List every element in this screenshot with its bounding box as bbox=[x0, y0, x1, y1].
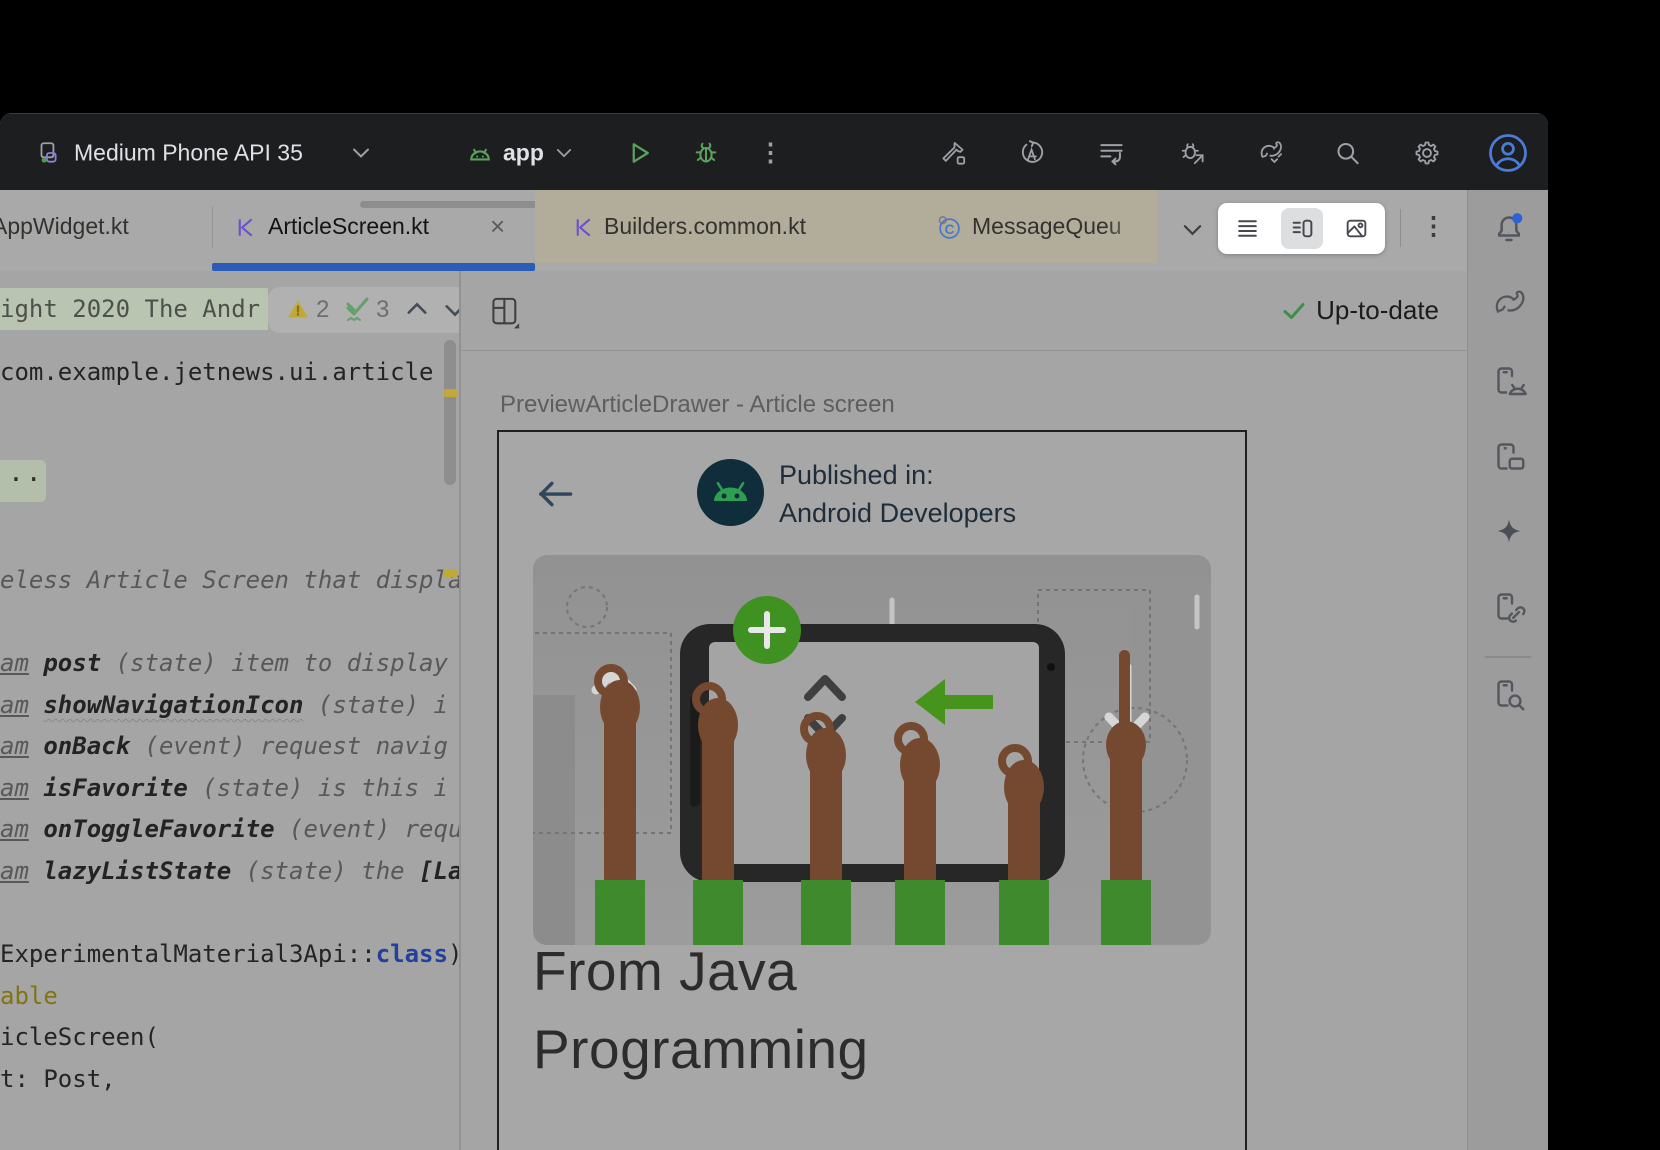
code-line: icleScreen( bbox=[0, 1016, 460, 1058]
publisher-name: Android Developers bbox=[779, 494, 1016, 532]
code-view-button[interactable] bbox=[1226, 208, 1268, 249]
kotlin-file-icon bbox=[572, 216, 595, 244]
device-selector-label[interactable]: Medium Phone API 35 bbox=[74, 139, 303, 166]
apply-changes-icon[interactable] bbox=[1018, 139, 1045, 166]
settings-gear-icon[interactable] bbox=[1413, 139, 1441, 167]
preview-toolbar: Up-to-date bbox=[462, 271, 1467, 351]
warning-count[interactable]: 2 bbox=[316, 287, 329, 333]
code-line: am post (state) item to display bbox=[0, 642, 460, 684]
code-line: ExperimentalMaterial3Api::class) bbox=[0, 933, 460, 975]
debug-button[interactable] bbox=[692, 139, 720, 167]
tab-close-icon[interactable]: × bbox=[490, 190, 505, 263]
published-in-block: Published in: Android Developers bbox=[779, 456, 1016, 532]
profile-avatar[interactable] bbox=[1487, 132, 1529, 174]
code-line: t: Post, bbox=[0, 1058, 460, 1100]
active-tab-indicator bbox=[212, 263, 535, 271]
up-to-date-label: Up-to-date bbox=[1316, 295, 1439, 326]
warning-stripe-mark[interactable] bbox=[444, 569, 458, 577]
apply-code-changes-icon[interactable] bbox=[1098, 139, 1125, 166]
folded-region[interactable]: ··· bbox=[0, 460, 46, 502]
tab-appwidget[interactable]: AppWidget.kt bbox=[0, 190, 129, 263]
preview-status: Up-to-date bbox=[1282, 271, 1439, 350]
inspections-widget: 2 3 bbox=[268, 287, 460, 333]
build-hammer-icon[interactable] bbox=[940, 139, 967, 166]
passed-count[interactable]: 3 bbox=[376, 287, 389, 333]
code-line: am isFavorite (state) is this i bbox=[0, 767, 460, 809]
notifications-bell-icon[interactable] bbox=[1491, 210, 1527, 246]
class-file-icon: C bbox=[936, 215, 961, 245]
tab-builders[interactable]: Builders.common.kt bbox=[604, 190, 806, 263]
tabbar-separator bbox=[1400, 209, 1401, 247]
tab-separator bbox=[212, 206, 213, 248]
sidebar-separator bbox=[1485, 656, 1531, 658]
tab-label-fade bbox=[1105, 190, 1157, 263]
article-title-line2: Programming bbox=[533, 1010, 869, 1088]
tab-list-chevron-icon[interactable] bbox=[1182, 223, 1203, 241]
device-mirroring-icon[interactable] bbox=[1491, 590, 1527, 626]
tab-messagequeue[interactable]: MessageQueu bbox=[972, 190, 1122, 263]
device-selector-chevron-icon[interactable] bbox=[352, 147, 370, 158]
passed-check-icon[interactable] bbox=[344, 296, 370, 329]
back-arrow-icon[interactable] bbox=[535, 479, 575, 514]
gradle-icon[interactable] bbox=[1490, 287, 1527, 323]
publisher-avatar bbox=[697, 459, 764, 531]
editor-tab-bar: AppWidget.kt ArticleScreen.kt × Builders… bbox=[0, 190, 1467, 271]
article-hero-image bbox=[533, 555, 1211, 945]
editor-view-mode-switcher bbox=[1218, 203, 1385, 254]
device-selector-icon bbox=[35, 140, 61, 166]
compose-preview-pane: Up-to-date PreviewArticleDrawer - Articl… bbox=[462, 271, 1467, 1150]
main-toolbar: Medium Phone API 35 app ⋮ bbox=[0, 113, 1548, 191]
run-config-chevron-icon[interactable] bbox=[556, 148, 572, 158]
android-head-icon bbox=[466, 140, 494, 166]
sync-gradle-icon[interactable] bbox=[1257, 139, 1285, 166]
code-line: able bbox=[0, 975, 460, 1017]
work-area: AppWidget.kt ArticleScreen.kt × Builders… bbox=[0, 190, 1548, 1150]
device-manager-icon[interactable] bbox=[1491, 364, 1527, 400]
gemini-spark-icon[interactable] bbox=[1492, 516, 1526, 550]
split-view-button[interactable] bbox=[1281, 208, 1323, 249]
svg-text:C: C bbox=[945, 222, 955, 237]
prev-problem-chevron-icon[interactable] bbox=[406, 302, 428, 320]
tab-articlescreen[interactable]: ArticleScreen.kt bbox=[268, 190, 429, 263]
up-to-date-check-icon bbox=[1282, 301, 1306, 321]
run-button[interactable] bbox=[625, 139, 653, 167]
toolbar-kebab-menu[interactable]: ⋮ bbox=[758, 140, 783, 165]
code-line: am lazyListState (state) the [La bbox=[0, 850, 460, 892]
published-in-label: Published in: bbox=[779, 456, 1016, 494]
code-line: am onToggleFavorite (event) requ bbox=[0, 808, 460, 850]
run-config-label[interactable]: app bbox=[503, 139, 544, 166]
running-devices-icon[interactable] bbox=[1491, 440, 1527, 476]
search-everywhere-icon[interactable] bbox=[1334, 139, 1361, 166]
code-line: am showNavigationIcon (state) i bbox=[0, 684, 460, 726]
attach-debugger-icon[interactable] bbox=[1179, 139, 1206, 166]
warning-stripe-mark[interactable] bbox=[444, 389, 458, 397]
right-tool-stripe bbox=[1467, 190, 1548, 1150]
screen: Medium Phone API 35 app ⋮ bbox=[0, 0, 1660, 1150]
preview-layout-icon[interactable] bbox=[488, 295, 522, 336]
article-screen-preview[interactable]: Published in: Android Developers bbox=[497, 430, 1247, 1150]
article-title: From Java Programming bbox=[533, 932, 869, 1088]
code-line: com.example.jetnews.ui.article bbox=[0, 351, 460, 393]
next-problem-chevron-icon[interactable] bbox=[444, 304, 460, 322]
tabbar-kebab-menu[interactable]: ⋮ bbox=[1421, 214, 1446, 239]
code-line: am onBack (event) request navig bbox=[0, 725, 460, 767]
device-explorer-icon[interactable] bbox=[1491, 677, 1527, 713]
design-view-button[interactable] bbox=[1335, 208, 1377, 249]
kotlin-file-icon bbox=[234, 216, 257, 244]
preview-name-label[interactable]: PreviewArticleDrawer - Article screen bbox=[500, 391, 895, 419]
editor-preview-splitter[interactable] bbox=[459, 271, 461, 1150]
article-title-line1: From Java bbox=[533, 932, 869, 1010]
warning-icon[interactable] bbox=[286, 298, 310, 325]
kdoc-tag: am bbox=[0, 649, 29, 677]
android-studio-window: Medium Phone API 35 app ⋮ bbox=[0, 113, 1548, 1150]
code-editor[interactable]: ight 2020 The Andr com.example.jetnews.u… bbox=[0, 271, 460, 1150]
editor-scrollbar[interactable] bbox=[444, 340, 456, 485]
code-line: eless Article Screen that displa bbox=[0, 559, 460, 601]
